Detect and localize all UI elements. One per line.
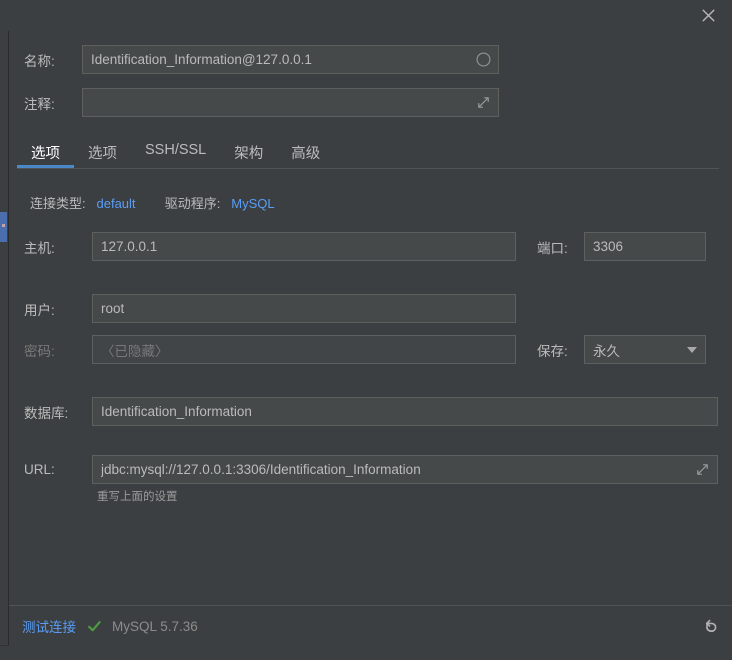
password-label: 密码: — [24, 343, 55, 359]
url-input-value: jdbc:mysql://127.0.0.1:3306/Identificati… — [101, 462, 421, 477]
database-input[interactable]: Identification_Information — [92, 397, 718, 426]
footer-status-group: 测试连接 MySQL 5.7.36 — [22, 616, 198, 636]
circle-indicator-icon[interactable] — [475, 52, 491, 68]
chevron-down-icon — [687, 346, 697, 353]
name-label: 名称: — [24, 53, 55, 69]
comment-input[interactable] — [82, 88, 499, 117]
dialog-footer: 测试连接 MySQL 5.7.36 — [9, 605, 732, 646]
database-row: 数据库: Identification_Information — [24, 397, 718, 426]
save-row: 保存: 永久 — [537, 335, 706, 364]
url-hint: 重写上面的设置 — [97, 491, 178, 503]
password-input-placeholder: 〈已隐藏〉 — [101, 343, 169, 359]
data-source-properties-dialog: 名称: Identification_Information@127.0.0.1… — [9, 0, 732, 646]
tab-advanced-label: 高级 — [291, 146, 321, 162]
background-selected-row-marker — [2, 224, 5, 227]
save-select-value: 永久 — [593, 343, 620, 359]
identity-form: 名称: Identification_Information@127.0.0.1… — [9, 34, 732, 124]
driver-label: 驱动程序: — [164, 196, 221, 211]
user-row: 用户: root — [24, 294, 516, 323]
settings-tabs: 选项 选项 SSH/SSL 架构 高级 — [9, 137, 732, 173]
port-label: 端口: — [537, 240, 568, 256]
user-label: 用户: — [24, 302, 55, 318]
tab-ssh-ssl-label: SSH/SSL — [145, 142, 207, 158]
name-input[interactable]: Identification_Information@127.0.0.1 — [82, 45, 499, 74]
close-icon[interactable] — [695, 3, 721, 27]
port-row: 端口: 3306 — [537, 232, 706, 261]
tab-general-label: 选项 — [31, 146, 60, 162]
url-label: URL: — [24, 462, 55, 477]
name-row: 名称: Identification_Information@127.0.0.1 — [24, 45, 499, 74]
revert-icon[interactable] — [700, 615, 722, 637]
user-input[interactable]: root — [92, 294, 516, 323]
name-input-value: Identification_Information@127.0.0.1 — [91, 52, 312, 67]
database-label: 数据库: — [24, 405, 69, 421]
database-version-label: MySQL 5.7.36 — [112, 618, 198, 634]
save-select[interactable]: 永久 — [584, 335, 706, 364]
host-label: 主机: — [24, 240, 55, 256]
url-input[interactable]: jdbc:mysql://127.0.0.1:3306/Identificati… — [92, 455, 718, 484]
password-row: 密码: 〈已隐藏〉 — [24, 335, 516, 364]
tabs-divider — [17, 168, 719, 169]
driver-value[interactable]: MySQL — [231, 196, 274, 211]
test-connection-button[interactable]: 测试连接 — [22, 616, 76, 636]
save-label: 保存: — [537, 343, 568, 359]
background-selected-row — [0, 212, 7, 242]
host-input-value: 127.0.0.1 — [101, 239, 158, 254]
expand-icon[interactable] — [694, 462, 710, 478]
password-input[interactable]: 〈已隐藏〉 — [92, 335, 516, 364]
comment-row: 注释: — [24, 88, 499, 117]
dialog-titlebar — [9, 0, 732, 30]
database-input-value: Identification_Information — [101, 404, 252, 419]
expand-icon[interactable] — [475, 95, 491, 111]
ide-status-strip — [0, 645, 732, 660]
host-row: 主机: 127.0.0.1 — [24, 232, 516, 261]
host-input[interactable]: 127.0.0.1 — [92, 232, 516, 261]
tab-options-label: 选项 — [88, 146, 117, 162]
port-input[interactable]: 3306 — [584, 232, 706, 261]
tab-schemas-label: 架构 — [234, 146, 264, 162]
url-row: URL: jdbc:mysql://127.0.0.1:3306/Identif… — [24, 455, 718, 484]
connection-type-label: 连接类型: — [30, 196, 86, 211]
connection-type-value[interactable]: default — [97, 196, 136, 211]
connection-meta: 连接类型: default 驱动程序: MySQL — [30, 193, 275, 212]
port-input-value: 3306 — [593, 239, 624, 254]
background-left-panel — [0, 31, 9, 660]
check-success-icon — [87, 619, 102, 634]
comment-label: 注释: — [24, 96, 55, 112]
user-input-value: root — [101, 301, 125, 316]
